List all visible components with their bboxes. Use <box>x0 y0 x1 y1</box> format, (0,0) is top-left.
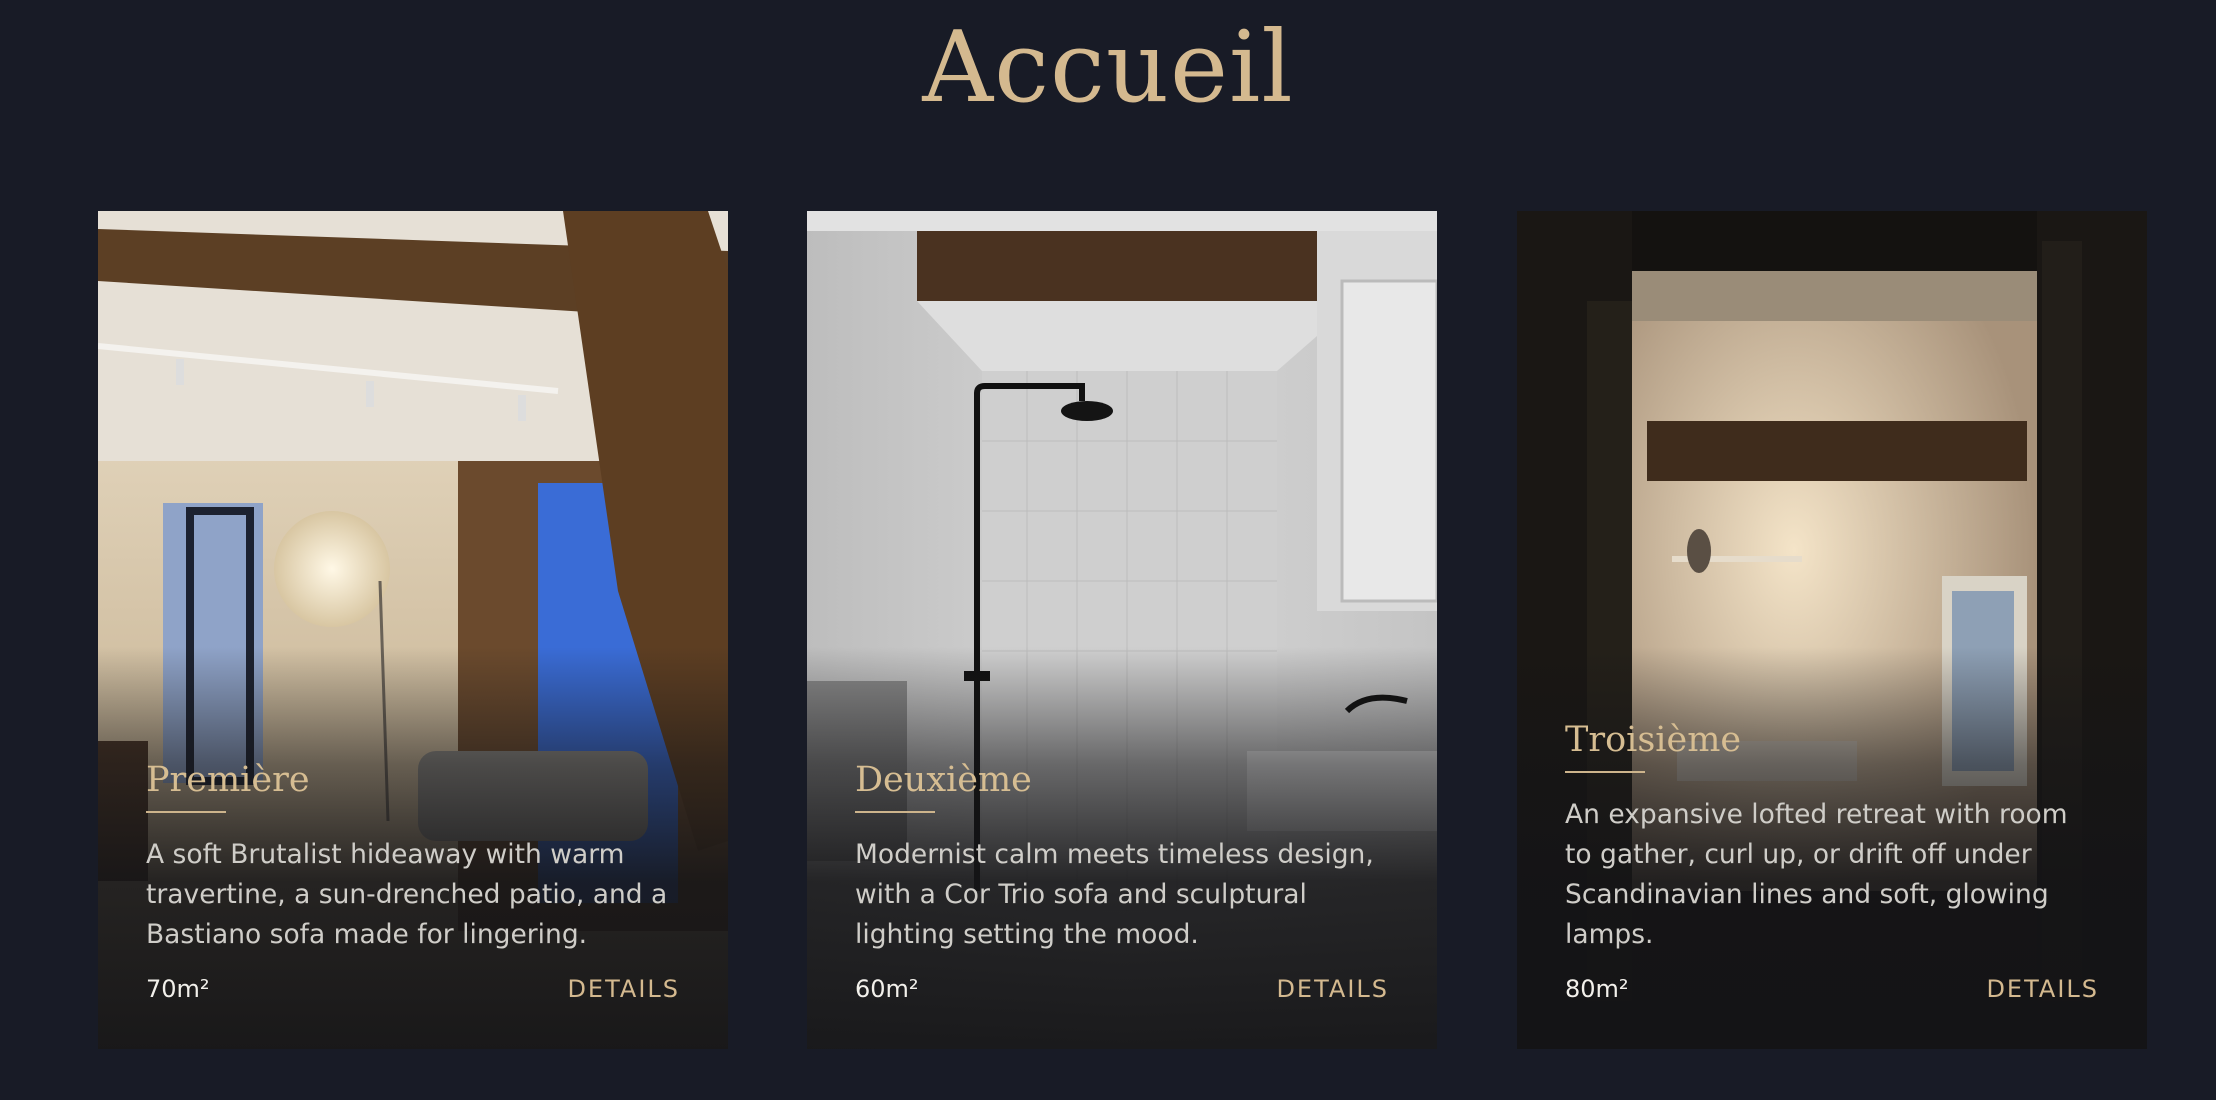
card-title: Première <box>146 760 310 800</box>
title-divider <box>855 811 935 813</box>
card-area: 60m² <box>855 975 919 1003</box>
apartment-card-premiere[interactable]: Première A soft Brutalist hideaway with … <box>98 211 728 1049</box>
card-area: 80m² <box>1565 975 1629 1003</box>
card-description: An expansive lofted retreat with room to… <box>1565 799 2068 950</box>
details-link[interactable]: DETAILS <box>1276 975 1389 1003</box>
details-link[interactable]: DETAILS <box>1986 975 2099 1003</box>
card-description: Modernist calm meets timeless design, wi… <box>855 839 1374 950</box>
details-link[interactable]: DETAILS <box>567 975 680 1003</box>
apartment-card-troisieme[interactable]: Troisième An expansive lofted retreat wi… <box>1517 211 2147 1049</box>
title-divider <box>1565 771 1645 773</box>
card-area: 70m² <box>146 975 210 1003</box>
card-title: Deuxième <box>855 760 1032 800</box>
title-divider <box>146 811 226 813</box>
page-title: Accueil <box>922 11 1294 125</box>
apartment-card-deuxieme[interactable]: Deuxième Modernist calm meets timeless d… <box>807 211 1437 1049</box>
card-description: A soft Brutalist hideaway with warm trav… <box>146 839 668 950</box>
card-title: Troisième <box>1565 720 1742 760</box>
